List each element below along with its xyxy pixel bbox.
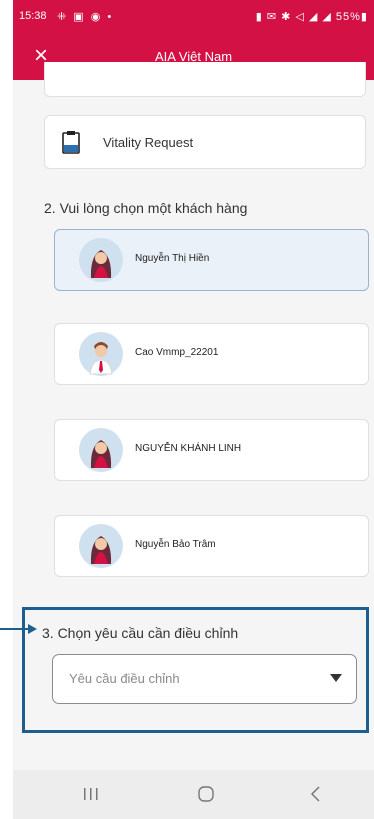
customer-card-2[interactable]: NGUYỄN KHÁNH LINH bbox=[54, 419, 369, 481]
recent-apps-button[interactable] bbox=[71, 782, 111, 806]
customer-card-1[interactable]: Cao Vmmp_22201 bbox=[54, 323, 369, 385]
customer-section-label: 2. Vui lòng chọn một khách hàng bbox=[44, 200, 248, 216]
arrow-right-icon bbox=[0, 624, 37, 634]
female-avatar-icon bbox=[79, 428, 123, 472]
customer-name: Cao Vmmp_22201 bbox=[135, 347, 219, 358]
customer-name: Nguyễn Bảo Trâm bbox=[135, 539, 216, 550]
back-button[interactable] bbox=[296, 782, 336, 806]
vitality-request-label: Vitality Request bbox=[103, 135, 194, 150]
customer-card-3[interactable]: Nguyễn Bảo Trâm bbox=[54, 515, 369, 577]
previous-option-card[interactable] bbox=[44, 62, 366, 97]
recent-apps-icon bbox=[84, 788, 98, 800]
female-avatar-icon bbox=[79, 238, 123, 282]
clipboard-icon bbox=[62, 131, 80, 154]
system-status-icons: ▮ ✉ ✱ ◁ ◢ ◢ 55%▮ bbox=[255, 11, 368, 23]
male-avatar-icon bbox=[79, 332, 123, 376]
customer-name: NGUYỄN KHÁNH LINH bbox=[135, 443, 242, 454]
status-time: 15:38 bbox=[19, 10, 47, 22]
female-avatar-icon bbox=[79, 524, 123, 568]
status-bar: 15:38 ⁜ ▣ ◉ • ▮ ✉ ✱ ◁ ◢ ◢ 55%▮ bbox=[13, 0, 374, 34]
vitality-request-option[interactable]: Vitality Request bbox=[44, 115, 366, 169]
highlight-annotation-box bbox=[22, 607, 369, 733]
notification-icons: ⁜ ▣ ◉ • bbox=[57, 11, 114, 23]
system-nav-bar bbox=[13, 770, 374, 819]
customer-name: Nguyễn Thị Hiền bbox=[135, 253, 210, 264]
back-icon bbox=[310, 786, 320, 802]
customer-card-0[interactable]: Nguyễn Thị Hiền bbox=[54, 229, 369, 291]
home-icon bbox=[198, 786, 214, 802]
home-button[interactable] bbox=[186, 782, 226, 806]
